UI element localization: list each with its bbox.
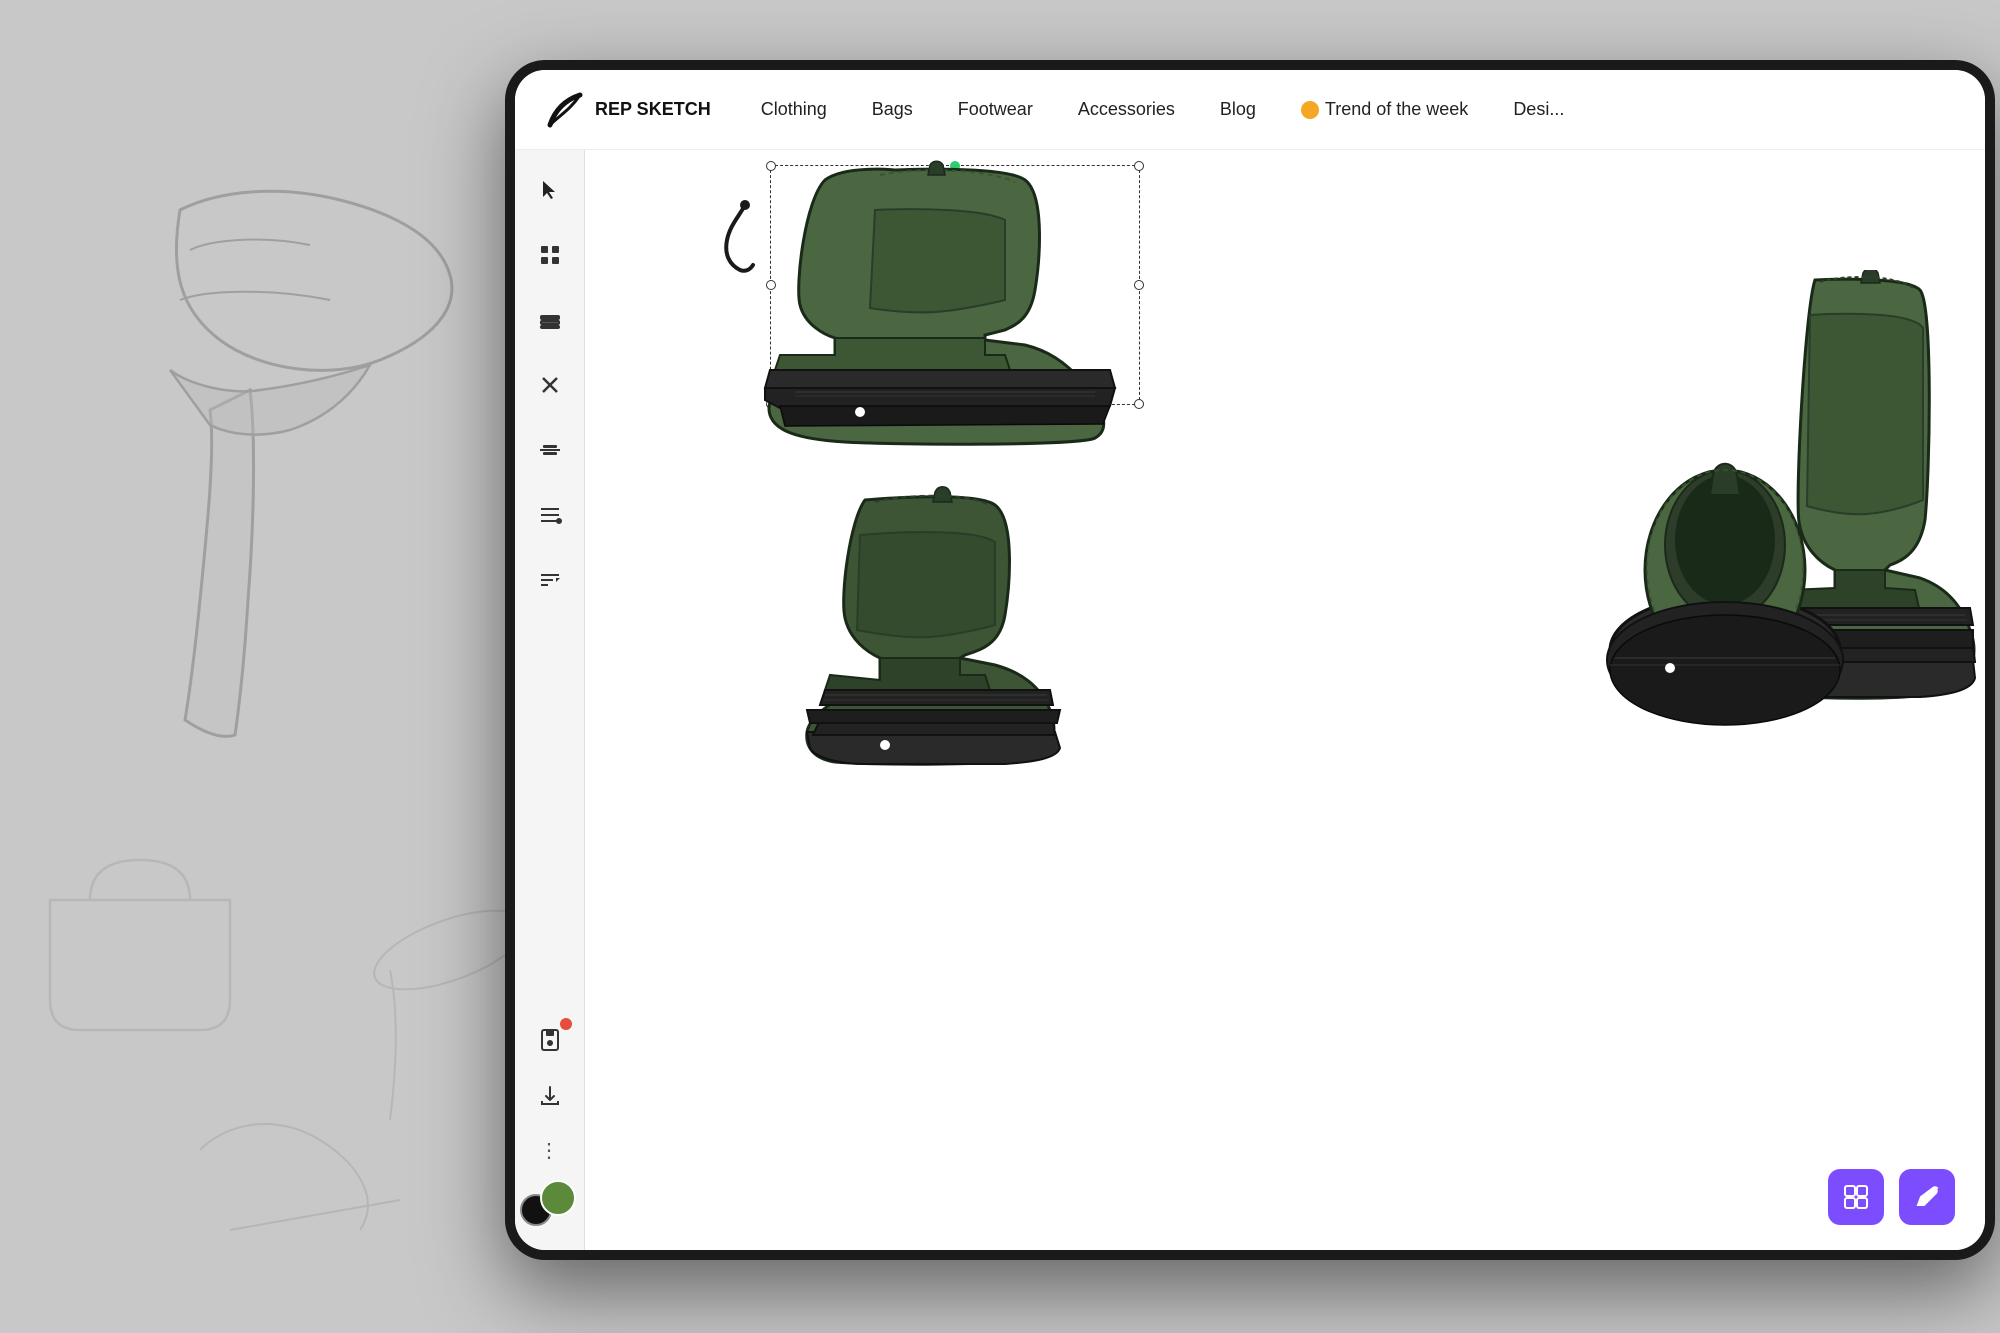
boot-bottom-left[interactable] xyxy=(785,480,1095,770)
download-button[interactable] xyxy=(530,1075,570,1115)
layout-button[interactable] xyxy=(1828,1169,1884,1225)
navbar: REP SKETCH Clothing Bags Footwear Access… xyxy=(515,70,1985,150)
nav-blog[interactable]: Blog xyxy=(1220,99,1256,120)
edit-button[interactable] xyxy=(1899,1169,1955,1225)
more-options-button[interactable]: ⋮ xyxy=(530,1130,570,1170)
boot-right-small[interactable] xyxy=(1595,450,1855,780)
align-horizontal-tool[interactable] xyxy=(530,430,570,470)
three-dots-icon: ⋮ xyxy=(539,1138,560,1163)
nav-trend-label: Trend of the week xyxy=(1325,99,1468,120)
nav-trend[interactable]: Trend of the week xyxy=(1301,99,1468,120)
grid-tool[interactable] xyxy=(530,235,570,275)
logo-area[interactable]: REP SKETCH xyxy=(545,90,711,130)
delete-tool[interactable] xyxy=(530,365,570,405)
color-swatches[interactable] xyxy=(520,1190,580,1230)
main-content: ⋮ xyxy=(515,150,1985,1250)
save-notification-badge xyxy=(562,1016,574,1028)
layers-tool[interactable] xyxy=(530,300,570,340)
bottom-action-bar xyxy=(585,1169,1985,1225)
nav-desi[interactable]: Desi... xyxy=(1513,99,1564,120)
align-vertical-tool[interactable] xyxy=(530,495,570,535)
sort-tool[interactable] xyxy=(530,560,570,600)
boot-bottom-left-svg xyxy=(785,480,1095,770)
trend-dot xyxy=(1301,101,1319,119)
cursor-tool[interactable] xyxy=(530,170,570,210)
nav-clothing[interactable]: Clothing xyxy=(761,99,827,120)
tablet-screen: REP SKETCH Clothing Bags Footwear Access… xyxy=(515,70,1985,1250)
logo-text: REP SKETCH xyxy=(595,100,711,120)
boot-cord xyxy=(715,200,775,280)
nav-accessories[interactable]: Accessories xyxy=(1078,99,1175,120)
boot-right-small-svg xyxy=(1595,450,1855,780)
nav-footwear[interactable]: Footwear xyxy=(958,99,1033,120)
canvas-area[interactable] xyxy=(585,150,1985,1250)
logo-icon xyxy=(545,90,585,130)
left-toolbar: ⋮ xyxy=(515,150,585,1250)
tablet-device: REP SKETCH Clothing Bags Footwear Access… xyxy=(505,60,1995,1260)
color-swatch-green[interactable] xyxy=(540,1180,576,1216)
nav-links: Clothing Bags Footwear Accessories Blog … xyxy=(761,99,1955,120)
save-button[interactable] xyxy=(530,1020,570,1060)
toolbar-bottom: ⋮ xyxy=(520,1020,580,1230)
nav-bags[interactable]: Bags xyxy=(872,99,913,120)
